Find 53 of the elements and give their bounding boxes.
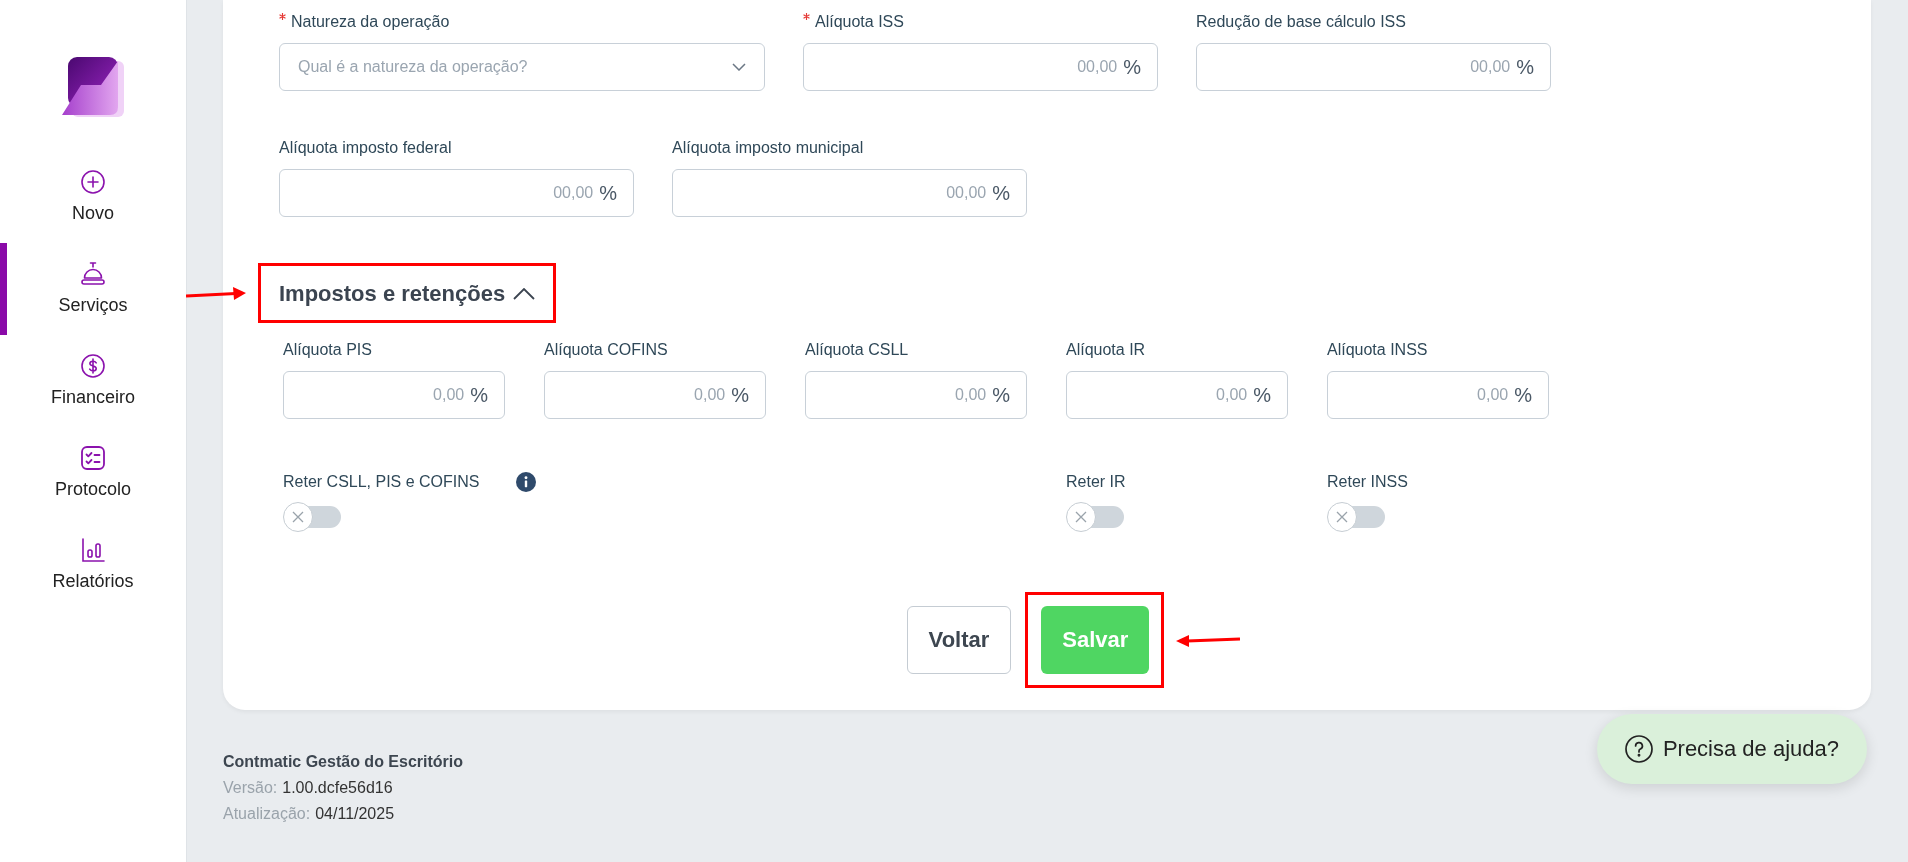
footer-label: Atualização: — [223, 804, 311, 824]
field-label: Alíquota imposto federal — [279, 138, 452, 158]
percent-input[interactable]: 0,00 % — [1327, 371, 1549, 419]
percent-input[interactable]: 00,00 % — [279, 169, 634, 217]
service-bell-icon — [81, 261, 105, 286]
annotation-arrow — [186, 286, 246, 302]
cross-icon — [1075, 511, 1087, 523]
secondary-button[interactable]: Voltar — [906, 606, 1012, 674]
chevron-down-icon — [732, 63, 746, 71]
field-label: Alíquota ISS — [815, 12, 904, 32]
percent-input[interactable]: 0,00 % — [1066, 371, 1288, 419]
help-button[interactable]: Precisa de ajuda? — [1596, 714, 1867, 784]
nav-item[interactable]: Novo — [0, 151, 186, 243]
field-label: Alíquota CSLL — [805, 340, 909, 360]
field-label: Natureza da operação — [291, 12, 450, 32]
toggle-switch[interactable] — [1066, 502, 1124, 532]
percent-input[interactable]: 0,00 % — [283, 371, 505, 419]
nav-item[interactable]: Financeiro — [0, 335, 186, 427]
footer-value: 04/11/2025 — [315, 804, 395, 824]
toggle-label: Reter CSLL, PIS e COFINS — [283, 472, 480, 492]
nav-item[interactable]: Protocolo — [0, 427, 186, 519]
toggle-label: Reter IR — [1066, 472, 1126, 492]
nav-item[interactable]: Relatórios — [0, 519, 186, 611]
app-logo — [62, 57, 124, 117]
cross-icon — [292, 511, 304, 523]
nav-item[interactable]: Serviços — [0, 243, 186, 335]
bar-chart-icon — [81, 537, 105, 562]
percent-input[interactable]: 0,00 % — [544, 371, 766, 419]
annotation-arrow — [1176, 632, 1241, 648]
checklist-icon — [81, 445, 105, 470]
app-name: Contmatic Gestão do Escritório — [223, 752, 464, 772]
percent-input[interactable]: 00,00 % — [803, 43, 1158, 91]
field-label: Alíquota IR — [1066, 340, 1146, 360]
info-icon[interactable] — [515, 472, 536, 492]
help-icon — [1624, 735, 1653, 763]
chevron-up-icon — [513, 288, 536, 300]
section-header[interactable]: Impostos e retenções — [279, 280, 536, 308]
field-label: Alíquota imposto municipal — [672, 138, 864, 158]
percent-input[interactable]: 0,00 % — [805, 371, 1027, 419]
percent-input[interactable]: 00,00 % — [1196, 43, 1551, 91]
plus-circle-icon — [81, 169, 105, 194]
cross-icon — [1336, 511, 1348, 523]
toggle-switch[interactable] — [283, 502, 341, 532]
field-label: Alíquota INSS — [1327, 340, 1428, 360]
field-label: Alíquota COFINS — [544, 340, 668, 360]
dollar-circle-icon — [81, 353, 105, 378]
field-label: Redução de base cálculo ISS — [1196, 12, 1406, 32]
percent-input[interactable]: 00,00 % — [672, 169, 1027, 217]
field-label: Alíquota PIS — [283, 340, 372, 360]
footer-label: Versão: — [223, 778, 278, 798]
toggle-label: Reter INSS — [1327, 472, 1408, 492]
footer-value: 1.00.dcfe56d16 — [282, 778, 393, 798]
toggle-switch[interactable] — [1327, 502, 1385, 532]
